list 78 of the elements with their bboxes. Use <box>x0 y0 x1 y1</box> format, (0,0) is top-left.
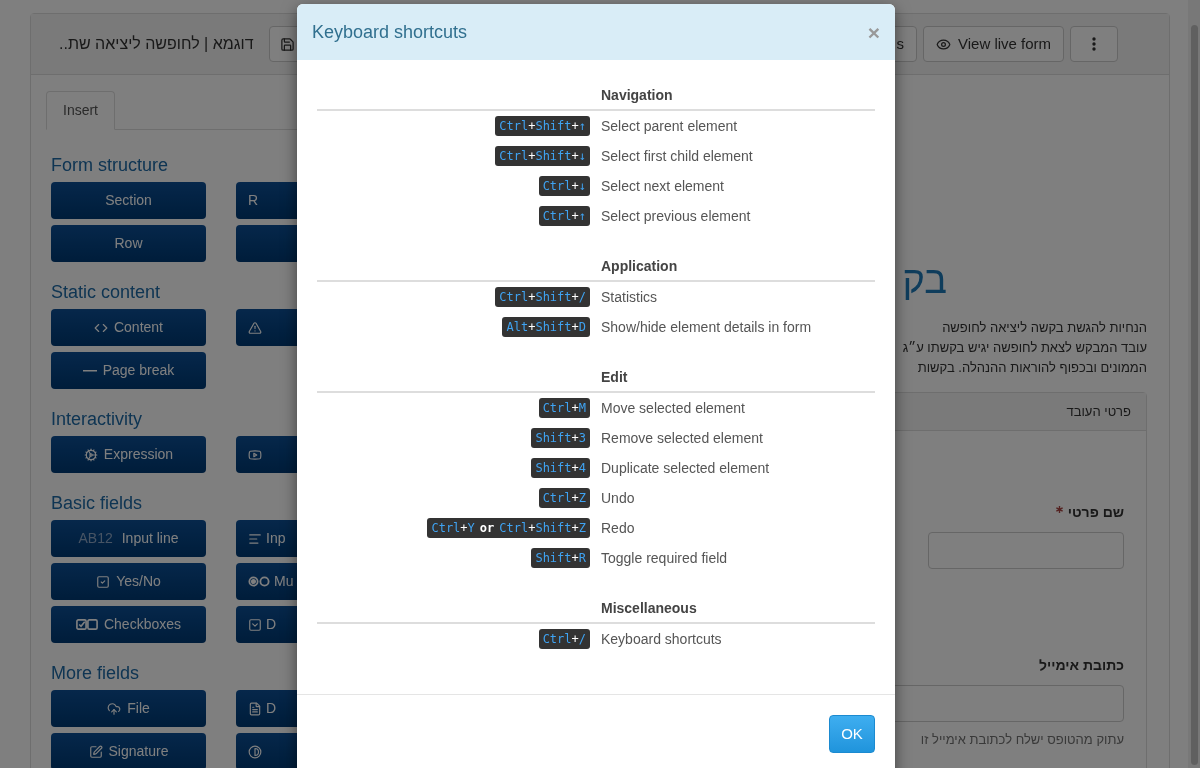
section-heading: Application <box>601 257 679 276</box>
shortcut-keys: Ctrl+Shift+/ <box>495 287 590 307</box>
section-heading: Navigation <box>601 86 674 105</box>
shortcut-description: Move selected element <box>601 398 746 418</box>
shortcut-description: Select parent element <box>601 116 739 136</box>
insert-element-button[interactable]: Signature <box>51 733 206 768</box>
shortcut-description: Show/hide element details in form <box>601 317 813 337</box>
form-title: דוגמא | לחופשה ליציאה שת.. <box>59 34 254 54</box>
group-heading: Static content <box>51 281 162 303</box>
warning-icon <box>248 320 262 335</box>
more-button[interactable] <box>1070 26 1119 62</box>
radio-buttons-icon <box>248 576 270 587</box>
dropdown-icon <box>248 617 262 632</box>
intro-text: הממונים ובכפוף להוראות ההנהלה. בקשות <box>917 359 1147 377</box>
shortcut-description: Select previous element <box>601 206 752 226</box>
document-icon <box>248 701 262 716</box>
toolbar-button[interactable]: View live form <box>923 26 1065 62</box>
group-heading: Basic fields <box>51 492 144 514</box>
cloud-upload-icon <box>107 701 122 716</box>
save-icon <box>280 36 295 52</box>
shortcut-keys: Ctrl+Y or Ctrl+Shift+Z <box>427 518 590 538</box>
shortcut-description: Undo <box>601 488 636 508</box>
pen-icon <box>88 744 103 759</box>
scrollbar[interactable] <box>1188 0 1200 768</box>
eye-icon <box>936 36 951 52</box>
shortcut-keys: Ctrl+M <box>538 398 590 418</box>
shortcut-keys: Ctrl+Z <box>538 488 590 508</box>
shortcut-description: Duplicate selected element <box>601 458 771 478</box>
shortcut-keys: Shift+3 <box>531 428 590 448</box>
section-heading: Edit <box>601 368 629 387</box>
shortcut-description: Toggle required field <box>601 548 729 568</box>
insert-element-button[interactable]: AB12 Input line <box>51 520 206 557</box>
insert-element-button[interactable]: Page break <box>51 352 206 389</box>
shortcut-keys: Ctrl+Shift+↓ <box>495 146 590 166</box>
video-icon <box>248 447 262 462</box>
shortcut-keys: Alt+Shift+D <box>502 317 590 337</box>
insert-element-button[interactable]: Expression <box>51 436 206 473</box>
shortcut-description: Select first child element <box>601 146 754 166</box>
shortcut-keys: Ctrl+Shift+↑ <box>495 116 590 136</box>
text-field[interactable] <box>928 532 1124 569</box>
insert-element-button[interactable]: File <box>51 690 206 727</box>
gears-icon <box>83 447 98 462</box>
shortcut-description: Select next element <box>601 176 725 196</box>
group-heading: Interactivity <box>51 408 144 430</box>
shortcut-keys: Ctrl+↑ <box>538 206 590 226</box>
shortcut-keys: Ctrl+/ <box>538 629 590 649</box>
section-heading: Miscellaneous <box>601 599 698 618</box>
field-label: שם פרטי <box>1067 503 1124 522</box>
checkboxes-icon <box>75 619 98 630</box>
card-title: פרטי העובד <box>1066 402 1131 421</box>
form-heading: בק <box>902 258 947 302</box>
shortcut-keys: Ctrl+↓ <box>538 176 590 196</box>
dialog-title: Keyboard shortcuts <box>312 20 468 44</box>
group-heading: Form structure <box>51 154 170 176</box>
insert-element-button[interactable]: Content <box>51 309 206 346</box>
lines-icon <box>248 531 262 546</box>
insert-tab[interactable]: Insert <box>46 91 115 130</box>
shortcut-keys: Shift+R <box>531 548 590 568</box>
shortcut-description: Keyboard shortcuts <box>601 629 723 649</box>
half-circle-icon <box>248 744 262 759</box>
insert-element-button[interactable]: Row <box>51 225 206 262</box>
shortcut-description: Statistics <box>601 287 658 307</box>
insert-element-button[interactable]: Checkboxes <box>51 606 206 643</box>
shortcut-keys: Shift+4 <box>531 458 590 478</box>
field-label: כתובת אימייל <box>1038 656 1124 675</box>
ok-button[interactable]: OK <box>829 715 875 753</box>
more-icon <box>1092 37 1097 51</box>
group-heading: More fields <box>51 662 141 684</box>
insert-element-button[interactable]: Section <box>51 182 206 219</box>
intro-text: עובד המבקש לצאת לחופשה יגיש בקשתו ע״ג <box>902 339 1147 357</box>
help-text: עתוק מהטופס ישלח לכתובת אימייל זו <box>920 731 1124 749</box>
insert-element-button[interactable]: Yes/No <box>51 563 206 600</box>
checkbox-icon <box>96 574 111 589</box>
close-button[interactable]: × <box>867 21 880 43</box>
intro-text: הנחיות להגשת בקשה ליציאה לחופשה <box>942 319 1147 337</box>
shortcut-description: Redo <box>601 518 636 538</box>
shortcut-description: Remove selected element <box>601 428 764 448</box>
dash-icon <box>82 369 97 372</box>
